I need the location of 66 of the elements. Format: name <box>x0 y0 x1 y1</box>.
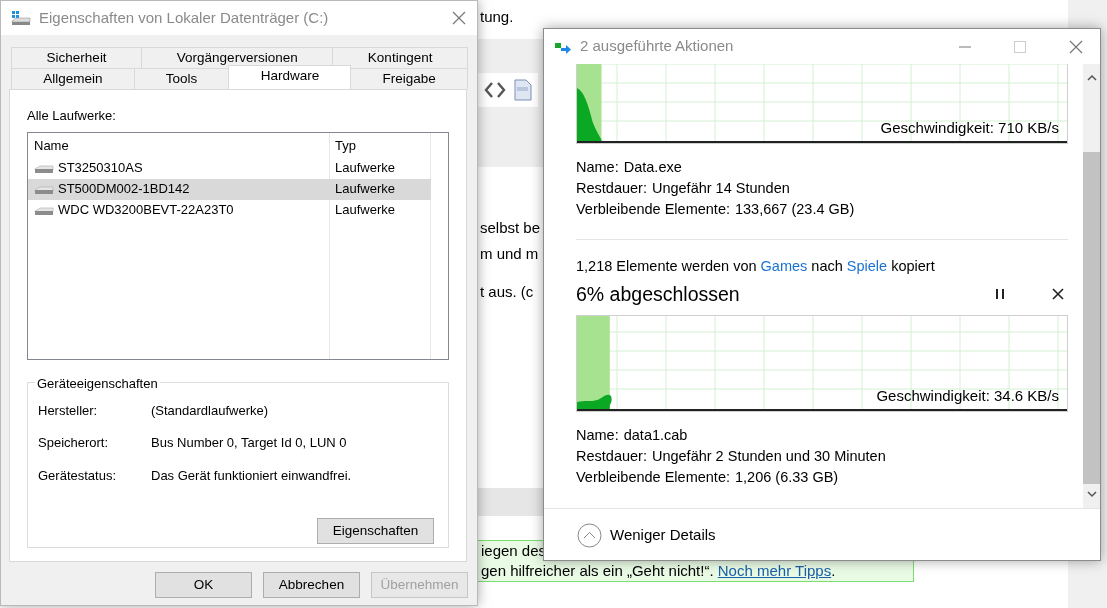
list-row[interactable]: ST500DM002-1BD142 Laufwerke <box>28 178 431 200</box>
detail-label: Restdauer: <box>576 447 647 466</box>
tab[interactable]: Allgemein <box>11 68 135 89</box>
property-label: Speicherort: <box>38 434 110 452</box>
drive-icon <box>34 183 54 195</box>
tab[interactable]: Sicherheit <box>11 47 143 68</box>
window-title: 2 ausgeführte Aktionen <box>580 36 734 57</box>
tab[interactable]: Hardware <box>228 65 352 89</box>
scrollbar[interactable] <box>1083 64 1100 508</box>
tab[interactable]: Vorgängerversionen <box>141 47 334 68</box>
detail-value: data1.cab <box>623 426 688 445</box>
detail-value: Ungefähr 14 Stunden <box>651 179 790 198</box>
page-text: m und m <box>480 244 539 264</box>
property-label: Gerätestatus: <box>38 466 118 485</box>
link[interactable]: Games <box>760 258 808 274</box>
drive-type: Laufwerke <box>335 202 395 218</box>
detail-value: 1,206 (6.33 GB) <box>735 468 839 487</box>
drive-name: ST3250310AS <box>58 159 143 178</box>
page-text: tung. <box>480 7 514 27</box>
properties-button[interactable]: Eigenschaften <box>317 518 434 544</box>
property-value: (Standardlaufwerke) <box>151 401 270 420</box>
tab[interactable]: Kontingent <box>332 47 468 68</box>
drive-name: WDC WD3200BEVT-22A23T0 <box>58 201 234 220</box>
drive-icon <box>11 10 31 26</box>
property-value: Bus Number 0, Target Id 0, LUN 0 <box>151 434 348 452</box>
detail-value: 133,667 (23.4 GB) <box>735 200 855 219</box>
field-label: Alle Laufwerke: <box>27 107 117 125</box>
speed-label: Geschwindigkeit: 710 KB/s <box>880 117 1059 138</box>
collapse-icon[interactable] <box>577 522 602 548</box>
detail-label: Verbleibende Elemente: <box>576 468 730 487</box>
pause-icon[interactable] <box>994 288 1006 301</box>
speed-graph <box>577 394 612 409</box>
copy-summary: 1,218 Elemente werden von Games nach Spiele kopiert <box>576 257 936 276</box>
detail-label: Name: <box>576 158 619 177</box>
speed-graph <box>577 88 602 141</box>
details-toggle[interactable]: Weniger Details <box>610 523 716 547</box>
drive-icon <box>34 162 54 174</box>
detail-value: Data.exe <box>623 158 682 177</box>
detail-label: Name: <box>576 426 619 445</box>
drive-name: ST500DM002-1BD142 <box>58 180 190 199</box>
close-icon[interactable] <box>1052 288 1064 301</box>
progress-title: 6% abgeschlossen <box>576 281 740 307</box>
drive-type: Laufwerke <box>335 181 395 197</box>
tip-text: gen hilfreicher als ein „Geht nicht!“. Noch mehr Tipps. <box>481 561 836 581</box>
dialog-button[interactable]: Abbrechen <box>263 572 360 598</box>
speed-label: Geschwindigkeit: 34.6 KB/s <box>876 385 1059 406</box>
detail-value: Ungefähr 2 Stunden und 30 Minuten <box>651 447 886 466</box>
page-text: t aus. (c <box>480 282 534 302</box>
scroll-down-icon[interactable] <box>1085 488 1098 500</box>
list-row[interactable]: ST3250310AS Laufwerke <box>28 157 431 179</box>
column-header[interactable]: Name <box>34 136 69 156</box>
scroll-thumb[interactable] <box>1083 152 1100 484</box>
column-header[interactable]: Typ <box>335 138 356 154</box>
property-value: Das Gerät funktioniert einwandfrei. <box>151 466 353 485</box>
code-icon[interactable] <box>484 81 506 99</box>
dialog-button[interactable]: OK <box>155 572 252 598</box>
detail-label: Verbleibende Elemente: <box>576 200 730 219</box>
property-label: Hersteller: <box>38 401 99 420</box>
detail-label: Restdauer: <box>576 179 647 198</box>
link[interactable]: Spiele <box>846 258 888 274</box>
window-title: Eigenschaften von Lokaler Datenträger (C:) <box>39 7 329 28</box>
drive-icon <box>34 204 54 216</box>
list-row[interactable]: WDC WD3200BEVT-22A23T0 Laufwerke <box>28 199 431 221</box>
tab[interactable]: Freigabe <box>350 68 468 89</box>
page-text: selbst be <box>480 218 541 238</box>
drive-type: Laufwerke <box>335 160 395 176</box>
